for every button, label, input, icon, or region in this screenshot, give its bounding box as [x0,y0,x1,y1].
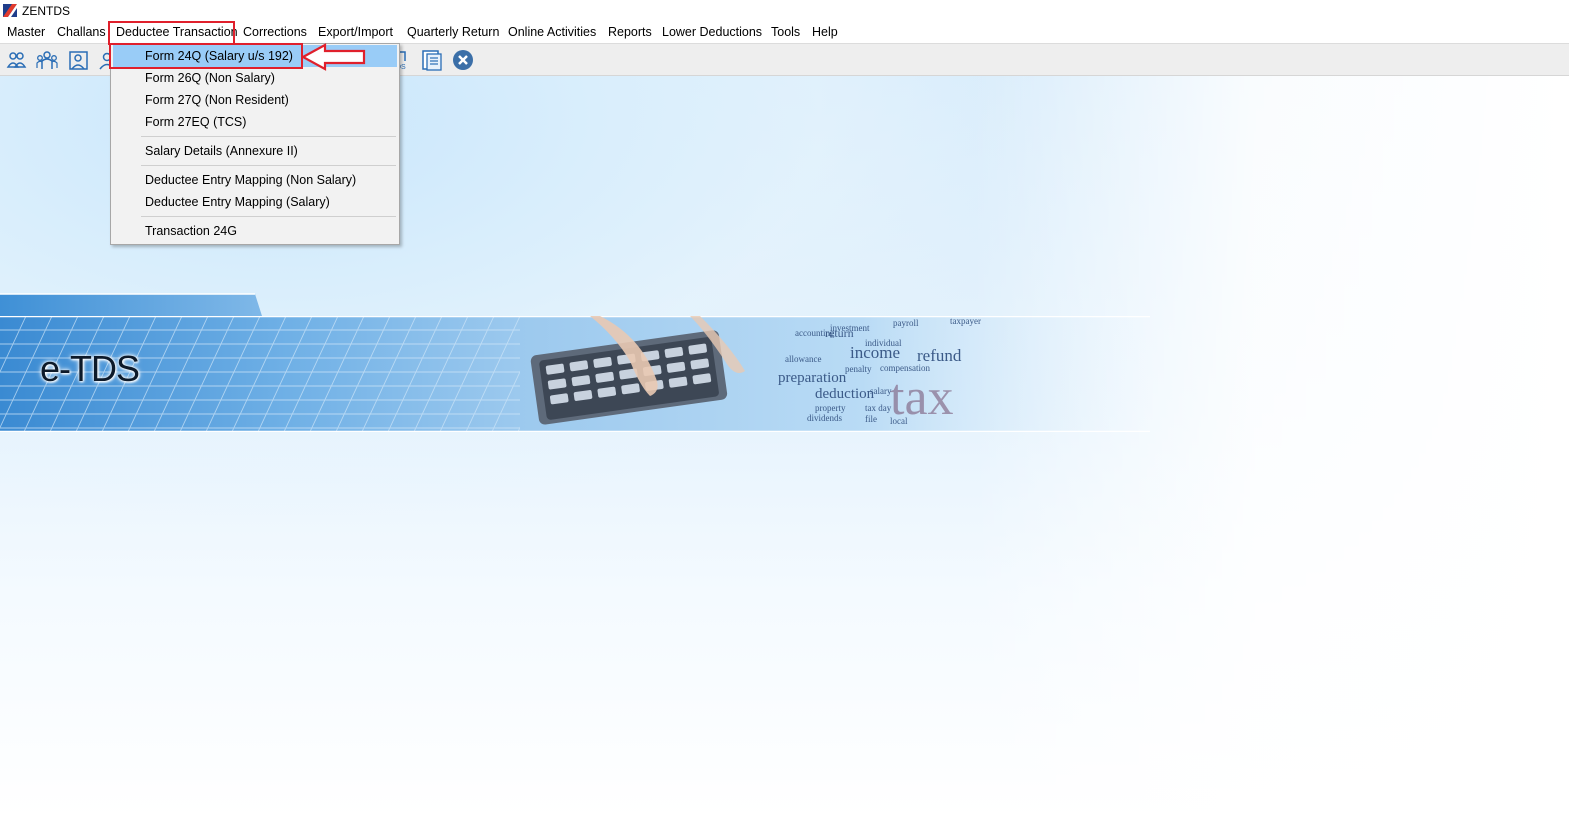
banner-word: preparation [778,370,847,386]
deductee-transaction-dropdown: Form 24Q (Salary u/s 192) Form 26Q (Non … [110,43,400,245]
app-logo-icon [3,4,17,17]
deductor-icon[interactable] [5,49,27,71]
menu-quarterly-return[interactable]: Quarterly Return [407,25,499,39]
menu-online-activities[interactable]: Online Activities [508,25,596,39]
menu-item-mapping-salary[interactable]: Deductee Entry Mapping (Salary) [111,191,399,213]
close-circle-icon[interactable] [452,49,474,71]
user-card-icon[interactable] [68,49,90,71]
banner-word: property [815,403,846,413]
menu-master[interactable]: Master [7,25,45,39]
banner-word: income [850,343,901,362]
menu-item-form-27q[interactable]: Form 27Q (Non Resident) [111,89,399,111]
window-title: ZENTDS [22,4,70,18]
title-bar: ZENTDS [0,0,1569,21]
menu-item-form-27eq[interactable]: Form 27EQ (TCS) [111,111,399,133]
menu-separator [141,136,396,137]
menu-challans[interactable]: Challans [57,25,106,39]
menu-item-mapping-non-salary[interactable]: Deductee Entry Mapping (Non Salary) [111,169,399,191]
banner-title: e-TDS [40,348,140,389]
menu-export-import[interactable]: Export/Import [318,25,393,39]
menu-deductee-transaction[interactable]: Deductee Transaction [116,25,238,39]
banner-word: penalty [845,364,872,374]
banner-word: allowance [785,354,822,364]
banner-word: dividends [807,413,842,423]
banner-word-cloud: payroll taxpayer investment accounting i… [775,316,1035,432]
register-icon[interactable] [421,49,443,71]
menu-reports[interactable]: Reports [608,25,652,39]
banner-word: salary [870,386,892,396]
menu-tools[interactable]: Tools [771,25,800,39]
banner-tab [0,293,262,316]
banner-word: file [865,414,877,424]
banner-word: tax [890,369,954,426]
etds-banner: e-TDS payroll taxpayer investment accoun… [0,292,1150,432]
menu-lower-deductions[interactable]: Lower Deductions [662,25,762,39]
banner-word: taxpayer [950,316,981,326]
menu-corrections[interactable]: Corrections [243,25,307,39]
menu-item-form-26q[interactable]: Form 26Q (Non Salary) [111,67,399,89]
menu-item-form-24q[interactable]: Form 24Q (Salary u/s 192) [113,45,397,67]
banner-word: deduction [815,386,875,402]
menu-item-transaction-24g[interactable]: Transaction 24G [111,220,399,242]
menu-separator [141,165,396,166]
banner-word: return [825,326,854,340]
menu-bar: Master Challans Deductee Transaction Cor… [0,21,1569,44]
menu-help[interactable]: Help [812,25,838,39]
group-icon[interactable] [36,49,58,71]
banner-word: payroll [893,318,919,328]
menu-separator [141,216,396,217]
menu-item-salary-details[interactable]: Salary Details (Annexure II) [111,140,399,162]
banner-word: tax day [865,403,892,413]
